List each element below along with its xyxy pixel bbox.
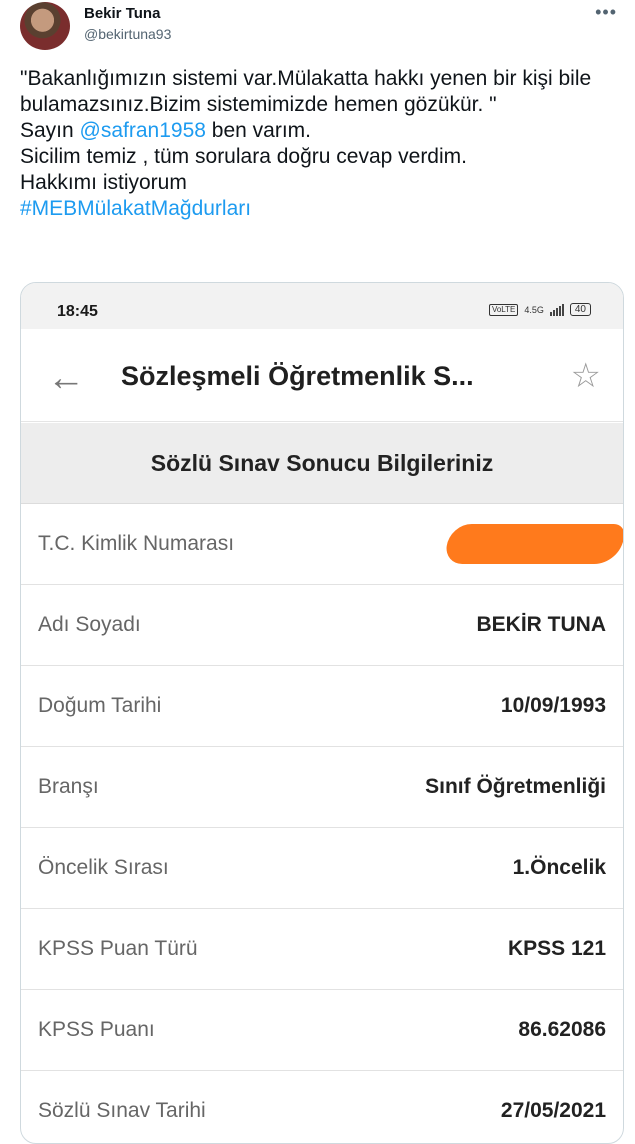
row-kpss-puani: KPSS Puanı 86.62086 xyxy=(21,990,623,1071)
row-value: KPSS 121 xyxy=(507,937,606,960)
avatar[interactable] xyxy=(20,2,70,50)
row-label: Adı Soyadı xyxy=(38,613,141,636)
tweet-header: Bekir Tuna @bekirtuna93 ••• xyxy=(0,0,635,60)
row-value: 27/05/2021 xyxy=(500,1099,606,1122)
row-value: 86.62086 xyxy=(518,1018,606,1041)
tweet-line-3: Sicilim temiz , tüm sorulara doğru cevap… xyxy=(20,145,467,168)
row-label: Sözlü Sınav Tarihi xyxy=(38,1099,206,1122)
author-name[interactable]: Bekir Tuna xyxy=(84,5,160,22)
network-type: 4.5G xyxy=(524,304,544,315)
phone-status-bar: 18:45 VoLTE 4.5G 40 xyxy=(21,283,623,329)
row-sozlu-sinav-tarihi: Sözlü Sınav Tarihi 27/05/2021 xyxy=(21,1071,623,1143)
more-dots-icon[interactable]: ••• xyxy=(595,2,617,23)
row-kpss-puan-turu: KPSS Puan Türü KPSS 121 xyxy=(21,909,623,990)
row-tc-kimlik: T.C. Kimlik Numarası xyxy=(21,504,623,585)
app-title: Sözleşmeli Öğretmenlik S... xyxy=(121,361,474,391)
row-ad-soyad: Adı Soyadı BEKİR TUNA xyxy=(21,585,623,666)
row-label: Branşı xyxy=(38,775,99,798)
app-bar: ← Sözleşmeli Öğretmenlik S... ☆ xyxy=(21,329,623,422)
row-value: 1.Öncelik xyxy=(512,856,606,879)
row-oncelik-sirasi: Öncelik Sırası 1.Öncelik xyxy=(21,828,623,909)
battery-icon: 40 xyxy=(569,303,591,316)
row-label: Öncelik Sırası xyxy=(38,856,169,879)
star-outline-icon[interactable]: ☆ xyxy=(571,359,601,393)
mention-link[interactable]: @safran1958 xyxy=(80,119,206,142)
tweet-line-2-prefix: Sayın xyxy=(20,119,80,142)
back-arrow-icon[interactable]: ← xyxy=(47,359,85,397)
redaction-mark xyxy=(444,524,623,564)
volte-icon: VoLTE xyxy=(488,303,519,316)
row-value: BEKİR TUNA xyxy=(476,613,607,636)
row-label: KPSS Puan Türü xyxy=(38,937,198,960)
status-time: 18:45 xyxy=(57,303,98,320)
attached-screenshot[interactable]: 18:45 VoLTE 4.5G 40 ← Sözleşmeli Öğretme… xyxy=(20,282,624,1144)
tweet-line-2: Sayın @safran1958 ben varım. xyxy=(20,118,620,144)
row-value: 10/09/1993 xyxy=(500,694,606,717)
status-icons: VoLTE 4.5G 40 xyxy=(488,303,591,316)
tweet-text: "Bakanlığımızın sistemi var.Mülakatta ha… xyxy=(20,66,620,222)
signal-icon xyxy=(549,303,564,316)
hashtag-link[interactable]: #MEBMülakatMağdurları xyxy=(20,196,620,222)
row-label: KPSS Puanı xyxy=(38,1018,155,1041)
author-handle[interactable]: @bekirtuna93 xyxy=(84,26,171,42)
tweet-line-1: "Bakanlığımızın sistemi var.Mülakatta ha… xyxy=(20,67,592,116)
tweet-line-2-suffix: ben varım. xyxy=(205,119,311,142)
tweet-line-4: Hakkımı istiyorum xyxy=(20,171,187,194)
row-label: Doğum Tarihi xyxy=(38,694,162,717)
section-title: Sözlü Sınav Sonucu Bilgileriniz xyxy=(21,423,623,504)
row-label: T.C. Kimlik Numarası xyxy=(38,532,235,555)
row-bransi: Branşı Sınıf Öğretmenliği xyxy=(21,747,623,828)
row-value: Sınıf Öğretmenliği xyxy=(425,775,606,798)
row-dogum-tarihi: Doğum Tarihi 10/09/1993 xyxy=(21,666,623,747)
result-table: T.C. Kimlik Numarası Adı Soyadı BEKİR TU… xyxy=(21,504,623,1143)
